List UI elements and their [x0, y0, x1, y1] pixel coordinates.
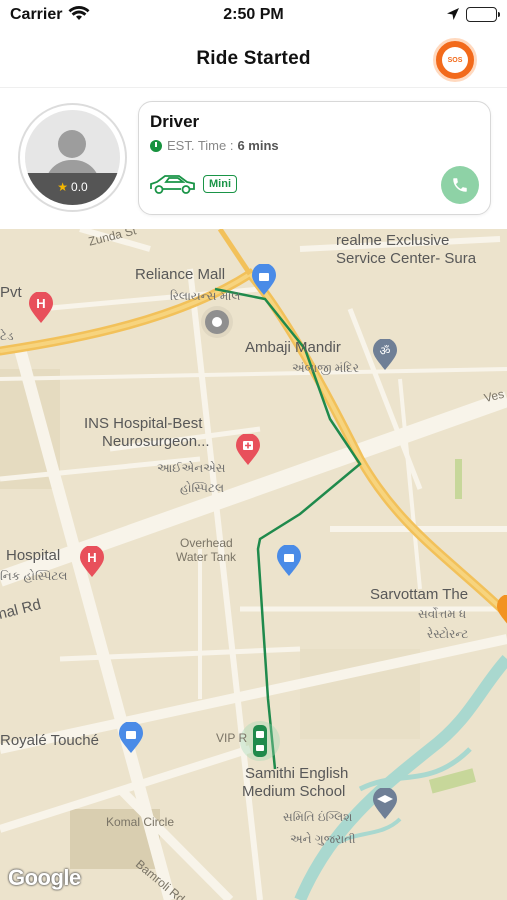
map-label-pvt-gu: ટેડ — [0, 329, 14, 343]
map-label-ambaji-mandir: Ambaji Mandir — [245, 339, 341, 356]
map-label-ins-gu-1: આઈએનએસ — [157, 461, 226, 475]
clock-icon — [150, 139, 162, 152]
map-label-pvt: Pvt — [0, 284, 22, 301]
car-outline-icon — [149, 172, 197, 201]
sos-button[interactable]: SOS — [433, 38, 477, 82]
hospital-pin-icon[interactable]: H — [28, 292, 54, 324]
driver-rating: ★ 0.0 — [25, 173, 120, 205]
map-label-reliance-mall-gu: રિલાયન્સ મૉલ — [170, 289, 241, 303]
medical-pin-icon[interactable] — [235, 434, 261, 466]
eta-row: EST. Time : 6 mins — [150, 138, 279, 153]
shopping-bag-pin-icon[interactable] — [118, 722, 144, 754]
map-label-sarvottam: Sarvottam The — [370, 586, 469, 603]
temple-pin-icon[interactable]: ॐ — [372, 339, 398, 371]
svg-text:H: H — [36, 296, 45, 311]
map-label-komal-circle: Komal Circle — [106, 815, 175, 829]
rating-value: 0.0 — [71, 180, 88, 194]
battery-icon — [466, 7, 500, 22]
school-pin-icon[interactable] — [372, 788, 398, 820]
driver-panel: ★ 0.0 Driver EST. Time : 6 mins Mini — [0, 89, 507, 229]
map-label-ins-gu-2: હોસ્પિટલ — [180, 481, 225, 495]
shopping-bag-pin-icon[interactable] — [276, 545, 302, 577]
map-label-samithi-gu-2: અને ગુજરાતી — [290, 832, 356, 846]
map-label-sarvottam-gu-1: સર્વોત્તમ ધ — [418, 607, 467, 621]
google-logo: Google — [8, 865, 81, 890]
svg-text:H: H — [87, 550, 96, 565]
clock-time: 2:50 PM — [223, 6, 284, 23]
location-arrow-icon — [446, 7, 460, 26]
driver-avatar: ★ 0.0 — [18, 103, 127, 212]
map-label-realme: realme Exclusive Service Center- Sura — [336, 232, 477, 267]
person-icon — [58, 130, 86, 158]
call-driver-button[interactable] — [441, 166, 479, 204]
page-title: Ride Started — [196, 48, 311, 69]
map-label-sarvottam-gu-2: રેસ્ટોરન્ટ — [427, 627, 469, 641]
nav-bar: Ride Started SOS — [0, 30, 507, 88]
map-label-ins-hospital: INS Hospital-Best Neurosurgeon... — [84, 415, 210, 450]
map-label-hospital-gu: નિક હોસ્પિટલ — [0, 569, 68, 583]
map-label-reliance-mall: Reliance Mall — [135, 266, 226, 283]
hospital-pin-icon[interactable]: H — [79, 546, 105, 578]
map-view[interactable]: H ॐ H Zunda St realme Exclusive Service … — [0, 229, 507, 900]
map-label-hospital: Hospital — [6, 547, 61, 564]
phone-icon — [453, 178, 467, 192]
restaurant-pin-icon[interactable] — [496, 595, 507, 627]
sos-label: SOS — [447, 56, 463, 64]
star-icon: ★ — [57, 180, 69, 194]
driver-info-card: Driver EST. Time : 6 mins Mini — [138, 101, 491, 215]
map-label-samithi-school: Samithi English Medium School — [242, 765, 349, 800]
map-label-samithi-gu-1: સમિતિ ઇંગ્લિશ — [283, 810, 353, 824]
driver-name: Driver — [150, 112, 200, 131]
map-label-royale-touche: Royalé Touché — [0, 732, 99, 749]
map-label-vip: VIP R — [216, 731, 248, 745]
eta-label: EST. Time : — [167, 138, 234, 153]
eta-value: 6 mins — [237, 138, 279, 153]
sos-phone-icon: SOS — [442, 47, 468, 73]
shopping-bag-pin-icon[interactable] — [251, 264, 277, 296]
map-label-overhead-tank: Overhead Water Tank — [176, 536, 237, 565]
map-label-ambaji-mandir-gu: અંબાજી મંદિર — [292, 361, 359, 375]
svg-text:ॐ: ॐ — [380, 344, 391, 358]
vehicle-class-badge: Mini — [203, 175, 237, 193]
status-bar: Carrier 2:50 PM — [0, 0, 507, 30]
